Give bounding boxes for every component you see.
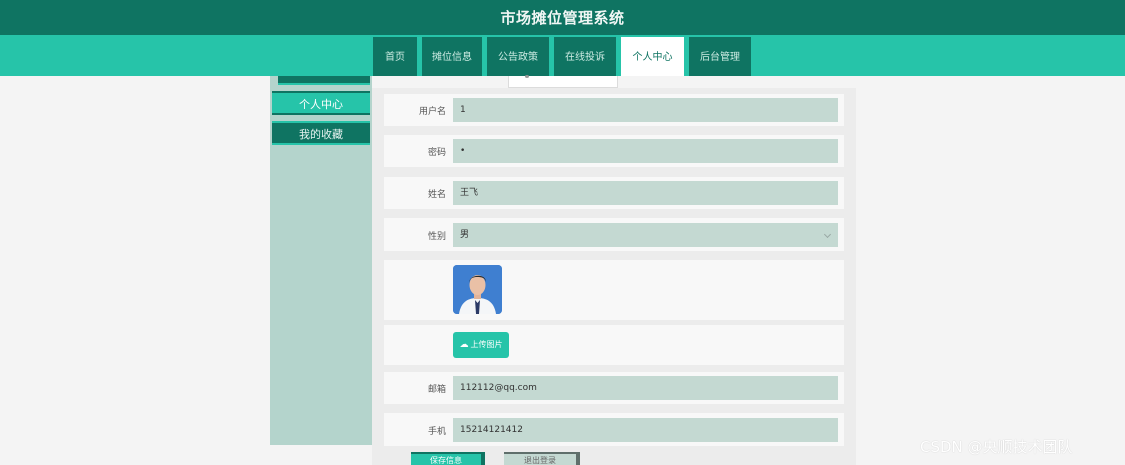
username-label: 用户名 bbox=[418, 107, 446, 117]
app-title: 市场摊位管理系统 bbox=[500, 9, 625, 27]
dropdown-edge bbox=[508, 75, 618, 88]
upload-row: ☁ 上传图片 bbox=[384, 325, 844, 365]
phone-row: 手机 bbox=[384, 413, 844, 446]
email-row: 邮箱 bbox=[384, 372, 844, 404]
phone-label: 手机 bbox=[427, 427, 446, 437]
main-nav: 首页 摊位信息 公告政策 在线投诉 个人中心 后台管理 bbox=[0, 35, 1125, 76]
nav-complaints[interactable]: 在线投诉 bbox=[554, 35, 616, 76]
phone-input[interactable] bbox=[453, 418, 838, 442]
name-label: 姓名 bbox=[427, 190, 446, 200]
password-label: 密码 bbox=[427, 148, 446, 158]
cloud-upload-icon: ☁ bbox=[459, 340, 469, 350]
email-input[interactable] bbox=[453, 376, 838, 400]
upload-image-button[interactable]: ☁ 上传图片 bbox=[453, 332, 509, 358]
nav-admin[interactable]: 后台管理 bbox=[689, 35, 751, 76]
top-header: 市场摊位管理系统 bbox=[0, 0, 1125, 35]
save-button[interactable]: 保存信息 bbox=[411, 452, 485, 465]
gender-label: 性别 bbox=[427, 232, 446, 242]
nav-stall-info[interactable]: 摊位信息 bbox=[422, 35, 482, 76]
profile-photo bbox=[453, 265, 502, 314]
username-input[interactable] bbox=[453, 98, 838, 122]
gender-value: 男 bbox=[460, 230, 470, 240]
watermark: CSDN @央顺技术团队 bbox=[920, 438, 1073, 456]
sidebar-header-bar bbox=[278, 76, 370, 85]
gender-select[interactable]: 男 bbox=[453, 223, 838, 247]
nav-personal-center[interactable]: 个人中心 bbox=[621, 35, 684, 76]
dot-marker bbox=[525, 75, 529, 78]
name-row: 姓名 bbox=[384, 177, 844, 209]
avatar-row bbox=[384, 260, 844, 320]
name-input[interactable] bbox=[453, 181, 838, 205]
password-row: 密码 bbox=[384, 135, 844, 167]
upload-button-label: 上传图片 bbox=[470, 340, 503, 349]
sidebar-item-favorites[interactable]: 我的收藏 bbox=[272, 121, 370, 145]
sidebar-item-personal-center[interactable]: 个人中心 bbox=[272, 91, 370, 115]
chevron-down-icon bbox=[823, 230, 832, 239]
nav-home[interactable]: 首页 bbox=[373, 35, 417, 76]
nav-announcements[interactable]: 公告政策 bbox=[487, 35, 549, 76]
gender-row: 性别 男 bbox=[384, 218, 844, 251]
password-input[interactable] bbox=[453, 139, 838, 163]
avatar bbox=[453, 265, 502, 314]
username-row: 用户名 bbox=[384, 94, 844, 126]
email-label: 邮箱 bbox=[427, 385, 446, 395]
logout-button[interactable]: 退出登录 bbox=[504, 452, 580, 465]
